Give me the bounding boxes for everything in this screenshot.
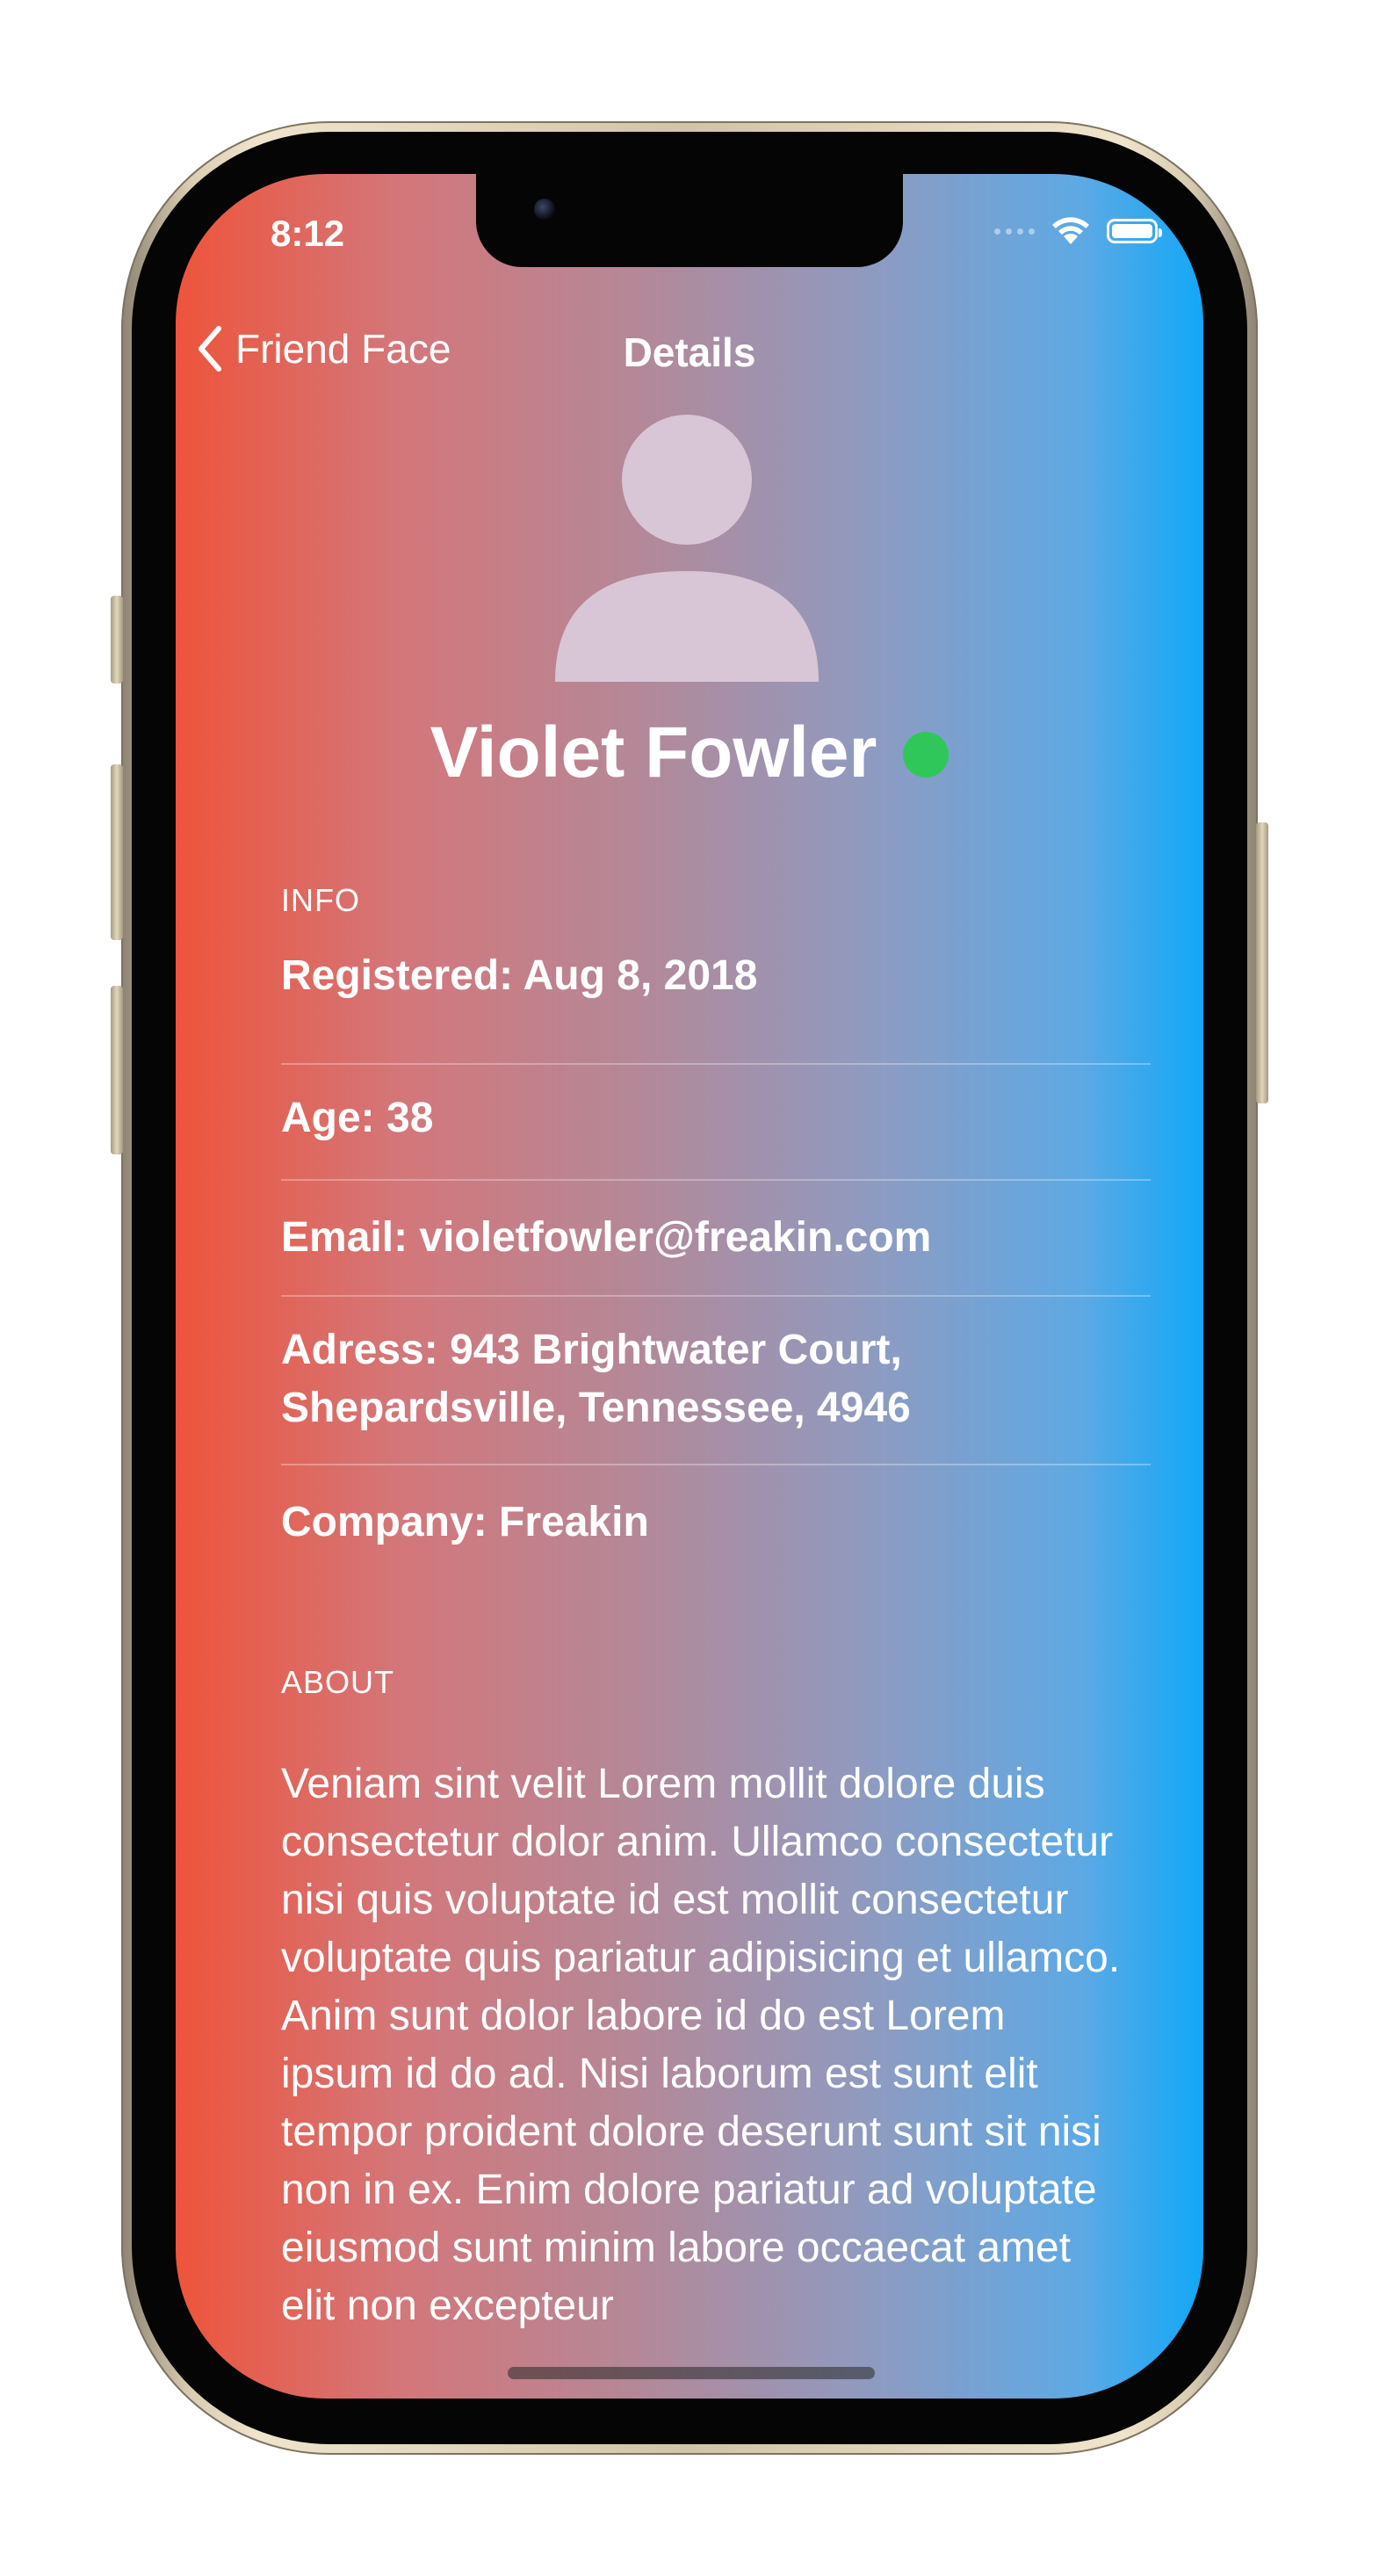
about-section-header: ABOUT (281, 1664, 395, 1700)
info-row-email: Email: violetfowler@freakin.com (281, 1214, 932, 1261)
profile-name: Violet Fowler (430, 713, 877, 792)
power-button (1256, 822, 1268, 1103)
wifi-icon (1052, 217, 1089, 244)
signal-dots-icon (994, 228, 1035, 235)
status-time: 8:12 (271, 213, 345, 254)
battery-icon (1107, 219, 1162, 243)
home-indicator[interactable] (508, 2367, 875, 2379)
notch (476, 174, 903, 267)
info-row-registered: Registered: Aug 8, 2018 (281, 952, 758, 999)
person-icon (555, 415, 819, 682)
info-row-address: Adress: 943 Brightwater Court, Shepardsv… (281, 1327, 911, 1431)
page-title: Details (623, 329, 756, 375)
info-row-age: Age: 38 (281, 1095, 434, 1141)
mute-switch (111, 596, 123, 684)
status-icons (994, 216, 1162, 246)
camera-icon (534, 199, 555, 220)
online-status-icon (903, 732, 949, 778)
info-row-company: Company: Freakin (281, 1499, 649, 1545)
volume-up-button (111, 764, 123, 940)
profile-header: Violet Fowler (176, 712, 1203, 794)
about-text: Veniam sint velit Lorem mollit dolore du… (281, 1761, 1121, 2329)
volume-down-button (111, 986, 123, 1154)
screen: 8:12 Friend Face Details Violet Fowler I… (176, 174, 1203, 2399)
info-section-header: INFO (281, 882, 360, 918)
